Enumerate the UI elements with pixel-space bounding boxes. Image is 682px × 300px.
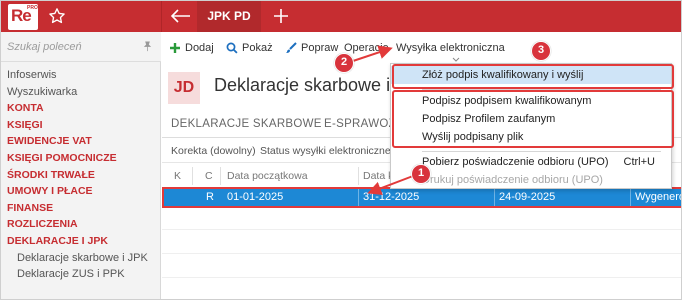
plus-icon (170, 43, 180, 54)
empty-row (162, 231, 681, 254)
module-badge: JD (168, 72, 200, 104)
sidebar-item-deklaracje-skarbowe[interactable]: Deklaracje skarbowe i JPK (1, 250, 161, 267)
menu-item-download-upo-label: Pobierz poświadczenie odbioru (UPO) (422, 156, 609, 168)
app-window: Re PRO JPK PD Infoserwis Wyszukiwarka KO… (0, 0, 682, 300)
sidebar: Infoserwis Wyszukiwarka KONTA KSIĘGI EWI… (1, 32, 161, 299)
add-button[interactable]: Dodaj (169, 40, 214, 56)
logo-badge: PRO (27, 5, 38, 11)
sidebar-item-deklaracje-zus[interactable]: Deklaracje ZUS i PPK (1, 266, 161, 283)
cell-date-to: 31-12-2025 (363, 191, 420, 203)
app-logo[interactable]: Re PRO (8, 4, 38, 30)
brush-icon (286, 42, 297, 54)
e-shipping-button[interactable]: Wysyłka elektroniczna (396, 40, 505, 56)
menu-item-print-upo[interactable]: Drukuj poświadczenie odbioru (UPO) (391, 171, 671, 189)
tab-deklaracje-skarbowe[interactable]: DEKLARACJE SKARBOWE (171, 118, 322, 130)
sidebar-item-finanse[interactable]: FINANSE (1, 200, 161, 217)
menu-separator (422, 151, 661, 152)
menu-item-sign-trusted-profile[interactable]: Podpisz Profilem zaufanym (391, 110, 671, 128)
new-tab-plus-icon[interactable] (273, 8, 289, 24)
magnifier-icon (226, 42, 238, 54)
cell-date-created: 24-09-2025 (499, 191, 556, 203)
step-badge-1: 1 (411, 164, 431, 184)
menu-item-download-upo[interactable]: Pobierz poświadczenie odbioru (UPO) Ctrl… (391, 153, 671, 171)
step-badge-3: 3 (531, 41, 551, 61)
sidebar-item-ewidencje-vat[interactable]: EWIDENCJE VAT (1, 133, 161, 150)
menu-item-sign-qualified-and-send[interactable]: Złóż podpis kwalifikowany i wyślij (391, 66, 671, 84)
sidebar-item-umowy-i-place[interactable]: UMOWY I PŁACE (1, 183, 161, 200)
tab-jpk-pd[interactable]: JPK PD (197, 1, 261, 32)
menu-separator (422, 89, 661, 90)
toolbar: Dodaj Pokaż Popraw Operacje Wysyłka elek… (162, 32, 681, 62)
column-date-from[interactable]: Data początkowa (227, 170, 308, 182)
cell-c: R (206, 191, 214, 203)
column-divider (358, 167, 359, 185)
step-badge-2: 2 (334, 53, 354, 73)
pin-icon[interactable] (142, 41, 153, 52)
cell-divider (494, 189, 495, 206)
sidebar-nav: Infoserwis Wyszukiwarka KONTA KSIĘGI EWI… (1, 67, 161, 283)
cell-divider (630, 189, 631, 206)
show-button[interactable]: Pokaż (226, 40, 273, 56)
show-button-label: Pokaż (242, 42, 273, 54)
column-divider (220, 167, 221, 185)
sidebar-item-konta[interactable]: KONTA (1, 100, 161, 117)
back-arrow-icon[interactable] (171, 9, 191, 23)
edit-button-label: Popraw (301, 42, 339, 54)
sidebar-search (1, 32, 161, 62)
sidebar-item-rozliczenia[interactable]: ROZLICZENIA (1, 216, 161, 233)
filter-e-shipping-status[interactable]: Status wysyłki elektronicznej (260, 145, 393, 157)
menu-item-sign-qualified[interactable]: Podpisz podpisem kwalifikowanym (391, 92, 671, 110)
menu-item-send-signed-file[interactable]: Wyślij podpisany plik (391, 128, 671, 146)
sidebar-item-ksiegi-pomocnicze[interactable]: KSIĘGI POMOCNICZE (1, 150, 161, 167)
cell-divider (358, 189, 359, 206)
sidebar-item-wyszukiwarka[interactable]: Wyszukiwarka (1, 84, 161, 101)
favorites-star-icon[interactable] (48, 7, 66, 25)
column-k[interactable]: K (174, 170, 181, 182)
column-divider (192, 167, 193, 185)
table-row[interactable]: R 01-01-2025 31-12-2025 24-09-2025 Wygen… (162, 189, 681, 206)
empty-row (162, 255, 681, 278)
column-c[interactable]: C (205, 170, 213, 182)
cell-date-from: 01-01-2025 (227, 191, 284, 203)
sidebar-item-infoserwis[interactable]: Infoserwis (1, 67, 161, 84)
title-divider (161, 1, 162, 32)
edit-button[interactable]: Popraw (285, 40, 338, 56)
e-shipping-menu: Złóż podpis kwalifikowany i wyślij Podpi… (390, 63, 672, 189)
empty-row (162, 207, 681, 230)
command-search-input[interactable] (7, 39, 135, 55)
add-button-label: Dodaj (185, 42, 214, 54)
operations-button[interactable]: Operacje (344, 40, 389, 56)
shortcut-label: Ctrl+U (623, 156, 655, 168)
title-bar: Re PRO JPK PD (1, 1, 681, 32)
filter-correction[interactable]: Korekta (dowolny) (171, 145, 256, 157)
sidebar-item-deklaracje-i-jpk[interactable]: DEKLARACJE I JPK (1, 233, 161, 250)
sidebar-item-srodki-trwale[interactable]: ŚRODKI TRWAŁE (1, 167, 161, 184)
sidebar-item-ksiegi[interactable]: KSIĘGI (1, 117, 161, 134)
cell-status: Wygenerowana (635, 191, 681, 203)
empty-row (162, 279, 681, 299)
